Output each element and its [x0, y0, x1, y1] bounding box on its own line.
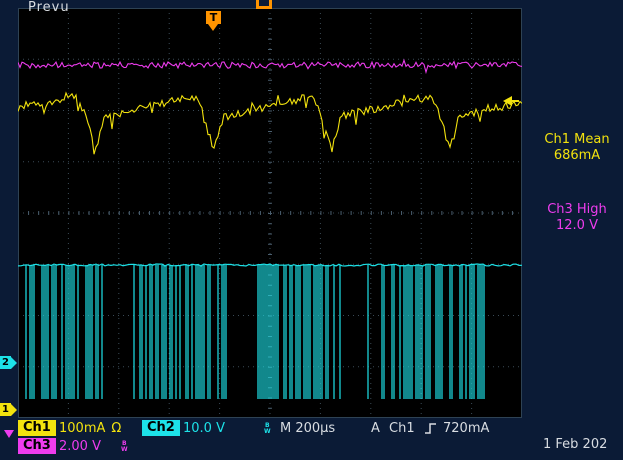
ch2-ground-marker: 2	[0, 356, 17, 369]
ch3-bandwidth-icon: B W	[121, 441, 128, 453]
oscilloscope-screen: Prevu T 2 1 Ch1 Mean 686mA Ch3 High 12.0…	[0, 0, 623, 460]
ch1-ground-marker: 1	[0, 403, 17, 416]
ch1-ground-label: 1	[0, 403, 11, 416]
ch2-ground-label: 2	[0, 356, 11, 369]
trigger-level-arrow-icon	[503, 96, 519, 106]
date-readout: 1 Feb 202	[543, 437, 608, 452]
ch3-offscreen-marker-icon	[4, 430, 14, 438]
trigger-mode-readout: A	[371, 421, 380, 436]
measurement-value: 12.0 V	[556, 218, 598, 233]
trigger-marker: T	[206, 11, 221, 24]
bw-bottom: W	[121, 446, 128, 453]
waveform-plot	[18, 8, 522, 418]
acquisition-mode-label: Prevu	[28, 0, 70, 15]
trigger-position-bracket-icon	[256, 0, 272, 9]
trigger-marker-arrow-icon	[208, 24, 218, 31]
ch1-ground-arrow-icon	[11, 403, 17, 416]
measurement-label: Ch1 Mean	[544, 132, 610, 147]
graticule	[18, 8, 522, 418]
ch3-scale-readout: 2.00 V	[59, 439, 101, 454]
trigger-level-arrow-head	[503, 96, 512, 106]
trigger-level-arrow-tail	[512, 100, 519, 102]
ch2-scale-readout: 10.0 V	[183, 421, 225, 436]
ch2-bandwidth-icon: B W	[264, 423, 271, 435]
timebase-readout: M 200µs	[280, 421, 336, 436]
trigger-level-readout: 720mA	[443, 421, 490, 436]
trigger-source-readout: Ch1	[389, 421, 415, 436]
bw-bottom: W	[264, 428, 271, 435]
measurement-label: Ch3 High	[547, 202, 607, 217]
ch1-scale-value: 100mA	[59, 421, 106, 436]
ch2-ground-arrow-icon	[11, 356, 17, 369]
measurement-ch3-high: Ch3 High 12.0 V	[531, 202, 623, 234]
ch1-badge: Ch1	[18, 420, 56, 436]
ch2-pulses	[25, 265, 485, 399]
rising-edge-icon	[425, 423, 436, 434]
measurement-ch1-mean: Ch1 Mean 686mA	[531, 132, 623, 164]
ch2-badge: Ch2	[142, 420, 180, 436]
measurement-value: 686mA	[553, 148, 601, 163]
ch3-badge: Ch3	[18, 438, 56, 454]
ch1-coupling-ohm: Ω	[111, 421, 122, 436]
ch1-scale-readout: 100mA Ω	[59, 421, 121, 436]
